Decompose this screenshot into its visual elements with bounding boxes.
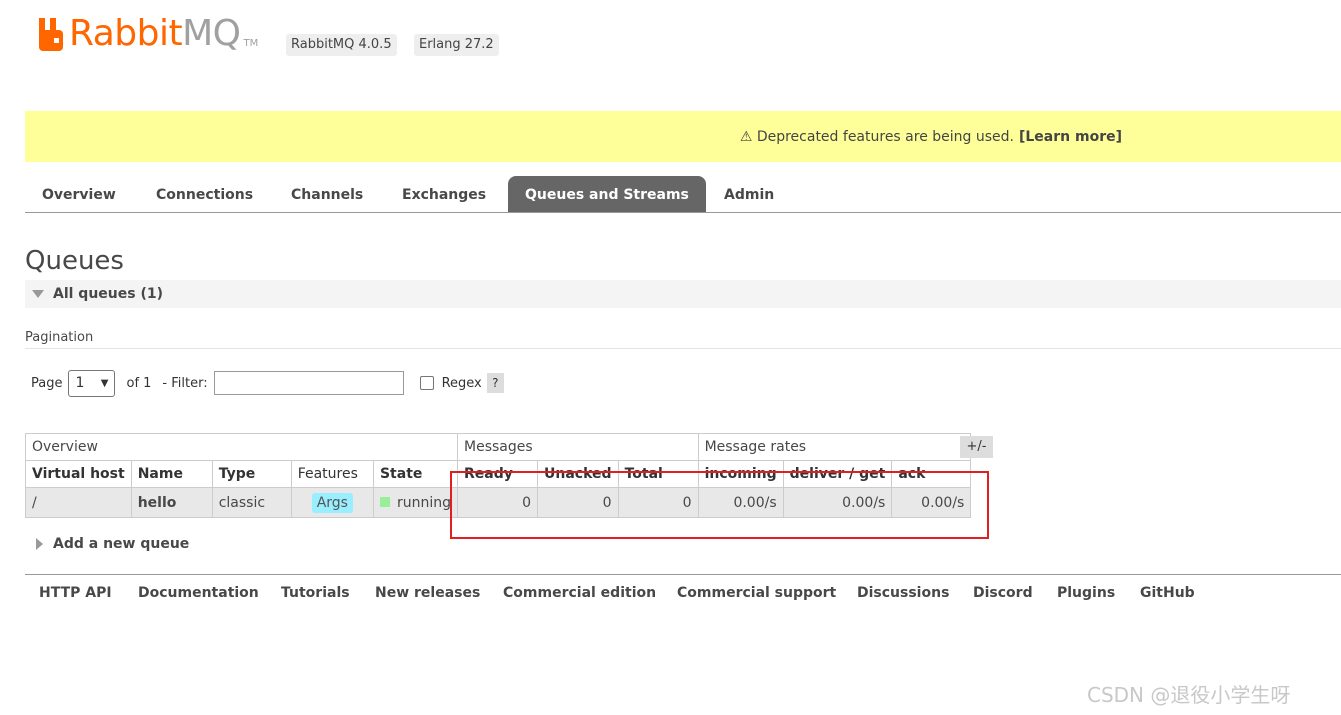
cell-features: Args (290, 487, 374, 518)
pagination-heading: Pagination (25, 330, 94, 345)
cell-deliver-get: 0.00/s (782, 487, 893, 518)
rabbitmq-logo-icon (39, 18, 63, 51)
column-toggle-button[interactable]: +/- (960, 436, 993, 458)
footer-links: HTTP API Documentation Tutorials New rel… (25, 574, 1341, 614)
cell-unacked: 0 (537, 487, 619, 518)
chevron-down-icon: ▼ (100, 377, 109, 389)
tab-channels[interactable]: Channels (274, 176, 380, 212)
column-header-deliver-get[interactable]: deliver / get (782, 460, 893, 488)
footer-link-discord[interactable]: Discord (973, 585, 1033, 601)
column-header-ready[interactable]: Ready (457, 460, 539, 488)
column-header-ack[interactable]: ack (891, 460, 972, 488)
column-header-total[interactable]: Total (617, 460, 699, 488)
tab-admin[interactable]: Admin (707, 176, 791, 212)
regex-help-button[interactable]: ? (486, 373, 504, 393)
deprecated-features-banner: ⚠ Deprecated features are being used. [L… (25, 111, 1341, 162)
filter-input[interactable] (213, 371, 404, 395)
rabbitmq-version-badge: RabbitMQ 4.0.5 (286, 34, 397, 56)
column-header-state[interactable]: State (372, 460, 459, 488)
main-nav-tabs: Overview Connections Channels Exchanges … (25, 176, 1341, 213)
running-status-icon (379, 496, 390, 507)
column-header-features: Features (290, 460, 374, 488)
regex-checkbox[interactable] (419, 376, 434, 390)
logo-text-mq: MQ (182, 13, 241, 54)
footer-link-tutorials[interactable]: Tutorials (281, 585, 350, 601)
filter-label: - Filter: (162, 375, 208, 391)
expand-triangle-icon (36, 538, 43, 550)
all-queues-label: All queues (1) (53, 286, 163, 302)
learn-more-link[interactable]: [Learn more] (1019, 129, 1122, 145)
footer-link-github[interactable]: GitHub (1140, 585, 1195, 601)
footer-link-discussions[interactable]: Discussions (857, 585, 949, 601)
column-header-type[interactable]: Type (211, 460, 292, 488)
collapse-triangle-icon (32, 290, 44, 298)
footer-link-new-releases[interactable]: New releases (375, 585, 480, 601)
args-feature-badge: Args (311, 492, 353, 513)
page-select[interactable]: 1 ▼ (68, 369, 116, 397)
queue-name-link[interactable]: hello (130, 487, 213, 518)
deprecated-warning-text: ⚠ Deprecated features are being used. (739, 128, 1014, 145)
add-new-queue-label: Add a new queue (53, 536, 190, 552)
cell-type: classic (211, 487, 292, 518)
cell-total: 0 (617, 487, 699, 518)
cell-virtual-host: / (25, 487, 132, 518)
column-header-unacked[interactable]: Unacked (537, 460, 619, 488)
erlang-version-badge: Erlang 27.2 (414, 34, 499, 56)
cell-ready: 0 (457, 487, 539, 518)
tab-connections[interactable]: Connections (139, 176, 270, 212)
footer-link-plugins[interactable]: Plugins (1057, 585, 1115, 601)
rabbitmq-logo[interactable]: Rabbit MQ TM (37, 14, 258, 54)
queues-table: Overview Messages Message rates Virtual … (24, 433, 972, 518)
cell-incoming: 0.00/s (697, 487, 784, 518)
page-label: Page (31, 375, 63, 391)
footer-link-documentation[interactable]: Documentation (138, 585, 259, 601)
cell-state: running (372, 487, 459, 518)
group-header-message-rates: Message rates (697, 433, 972, 461)
all-queues-section-toggle[interactable]: All queues (1) (25, 280, 1341, 308)
cell-ack: 0.00/s (891, 487, 972, 518)
page-select-value: 1 (75, 375, 85, 391)
tab-exchanges[interactable]: Exchanges (385, 176, 503, 212)
tab-overview[interactable]: Overview (25, 176, 133, 212)
regex-label: Regex (441, 375, 482, 391)
pagination-controls: Page 1 ▼ of 1 - Filter: Regex ? (31, 369, 504, 397)
footer-link-commercial-edition[interactable]: Commercial edition (503, 585, 656, 601)
logo-trademark: TM (243, 38, 259, 49)
footer-link-commercial-support[interactable]: Commercial support (677, 585, 836, 601)
group-header-overview: Overview (24, 433, 459, 461)
tab-queues-and-streams[interactable]: Queues and Streams (508, 176, 706, 212)
footer-link-http-api[interactable]: HTTP API (39, 585, 112, 601)
table-row: / hello classic Args running 0 0 0 0.00/… (25, 487, 972, 518)
add-new-queue-toggle[interactable]: Add a new queue (36, 536, 189, 552)
page-title: Queues (25, 246, 124, 276)
state-text: running (396, 494, 451, 511)
column-header-incoming[interactable]: incoming (697, 460, 784, 488)
column-header-name[interactable]: Name (130, 460, 213, 488)
group-header-messages: Messages (457, 433, 699, 461)
column-header-virtual-host[interactable]: Virtual host (25, 460, 132, 488)
page-count-label: of 1 (126, 375, 152, 391)
logo-text-rabbit: Rabbit (69, 13, 183, 54)
csdn-watermark: CSDN @退役小学生呀 (1087, 683, 1291, 707)
pagination-divider (25, 348, 1341, 349)
